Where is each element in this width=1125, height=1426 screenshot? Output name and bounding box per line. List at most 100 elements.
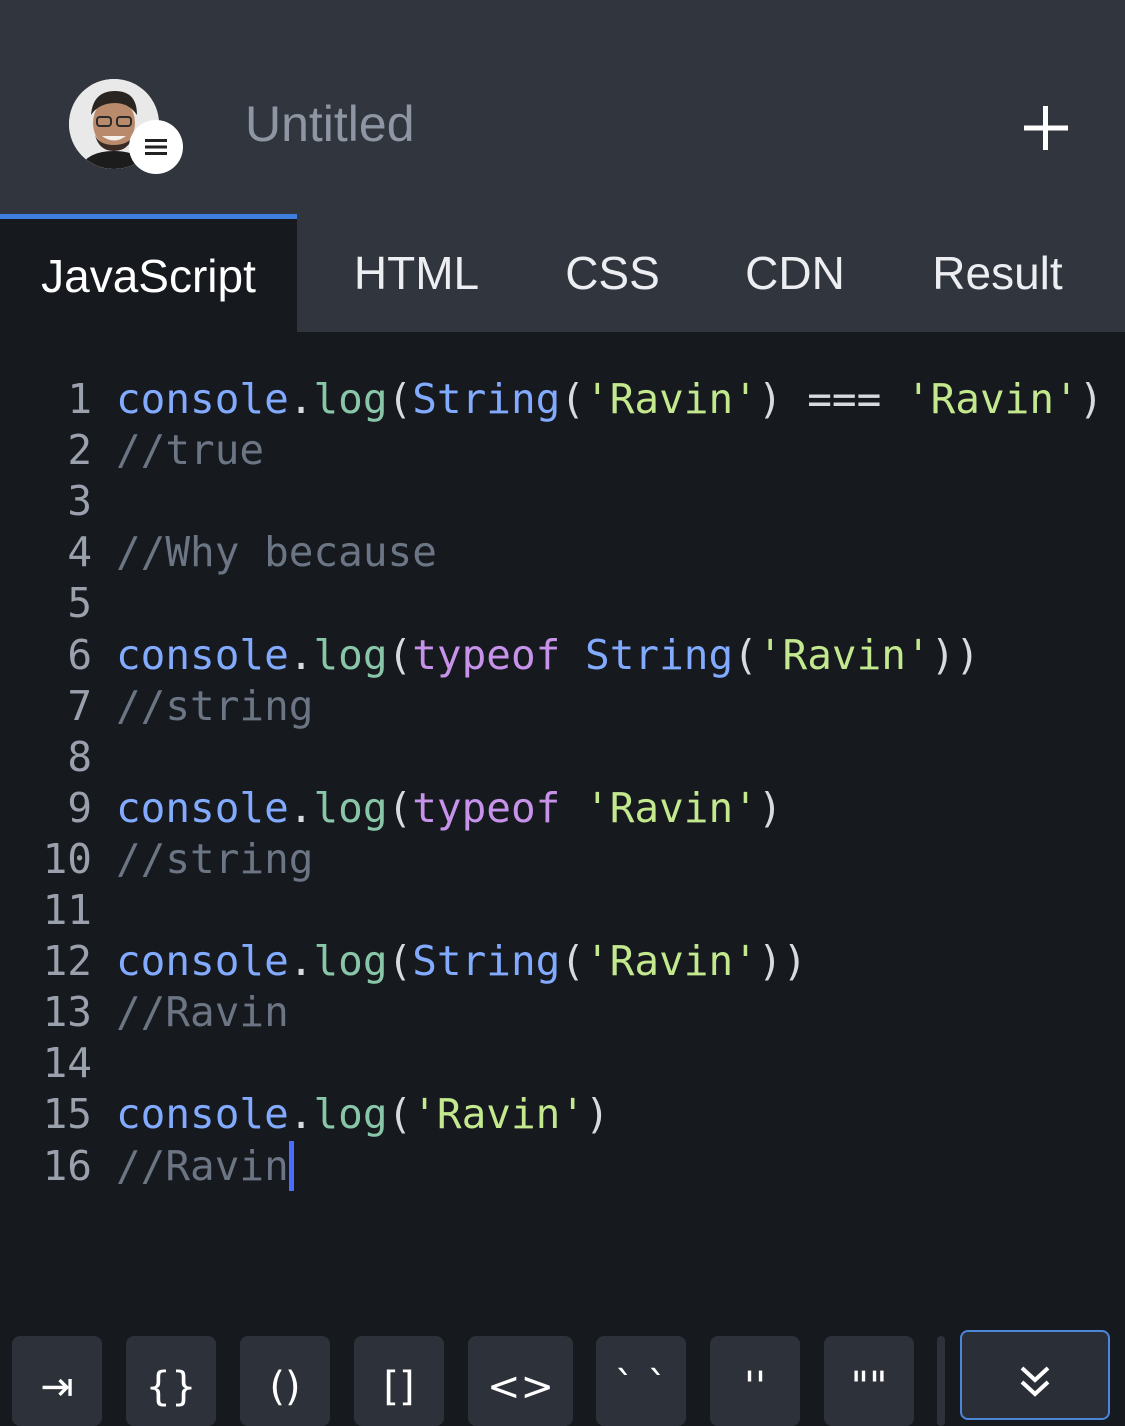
line-number: 1: [67, 375, 92, 423]
key-label: '': [744, 1364, 766, 1410]
code-line[interactable]: 15 console.log('Ravin'): [0, 1089, 1125, 1140]
code-token: .: [288, 937, 314, 986]
code-text: console.log(String('Ravin') === 'Ravin'): [116, 374, 1103, 425]
code-token: .: [288, 375, 314, 423]
tab-html[interactable]: HTML: [320, 214, 513, 332]
code-editor[interactable]: 1 console.log(String('Ravin') === 'Ravin'…: [0, 332, 1125, 1322]
collapse-keyboard-button[interactable]: [960, 1330, 1110, 1420]
code-text: console.log('Ravin'): [116, 1089, 610, 1140]
plus-icon: [1024, 106, 1068, 150]
tab-result[interactable]: Result: [905, 214, 1090, 332]
code-text: //string: [116, 681, 313, 732]
code-line[interactable]: 16 //Ravin: [0, 1140, 1125, 1192]
code-line[interactable]: 1 console.log(String('Ravin') === 'Ravin'…: [0, 374, 1125, 425]
key-label: ` `: [614, 1364, 668, 1410]
code-token: (: [387, 937, 413, 986]
code-line[interactable]: 3: [0, 476, 1125, 527]
line-number: 12: [42, 937, 92, 986]
code-line[interactable]: 5: [0, 578, 1125, 629]
line-number: 4: [67, 528, 92, 577]
angle-brackets-key[interactable]: <>: [468, 1336, 573, 1426]
code-token: (: [560, 937, 586, 986]
code-line[interactable]: 13 //Ravin: [0, 987, 1125, 1038]
backticks-key[interactable]: ` `: [596, 1336, 686, 1426]
code-line[interactable]: 2 //true: [0, 425, 1125, 476]
code-token: log: [313, 1090, 388, 1139]
line-number: 8: [67, 732, 92, 781]
code-token: log: [313, 783, 388, 832]
line-number: 11: [42, 886, 92, 934]
code-token: console: [116, 630, 289, 679]
code-token: //string: [116, 681, 314, 730]
tab-cdn[interactable]: CDN: [715, 214, 875, 332]
code-token: ): [757, 783, 783, 832]
code-token: String: [412, 937, 561, 986]
brackets-key[interactable]: []: [354, 1336, 444, 1426]
line-number: 13: [42, 988, 92, 1037]
code-token: //Ravin: [116, 1141, 289, 1190]
tab-label: CSS: [565, 247, 660, 299]
code-token: .: [288, 1090, 314, 1139]
code-token: log: [313, 937, 388, 986]
tab-label: HTML: [353, 247, 480, 299]
tab-css[interactable]: CSS: [540, 214, 685, 332]
tab-label: JavaScript: [41, 249, 256, 302]
double-quotes-key[interactable]: "": [824, 1336, 914, 1426]
code-token: console: [116, 375, 289, 423]
key-label: "": [850, 1364, 888, 1410]
add-button[interactable]: [1018, 100, 1074, 156]
code-token: 'Ravin': [585, 375, 758, 423]
line-number: 9: [67, 783, 92, 832]
code-token: ): [585, 1090, 610, 1139]
key-label: ⇥: [40, 1364, 74, 1410]
chevron-double-down-icon: [1020, 1366, 1050, 1397]
code-token: (: [387, 783, 413, 832]
code-token: )): [930, 630, 980, 679]
code-text: console.log(typeof String('Ravin')): [116, 630, 980, 681]
code-line[interactable]: 7 //string: [0, 681, 1125, 732]
code-token: (: [387, 375, 413, 423]
braces-key[interactable]: {}: [126, 1336, 216, 1426]
code-token: (: [387, 1090, 413, 1139]
menu-lines-icon: [145, 139, 167, 155]
tab-key[interactable]: ⇥: [12, 1336, 102, 1426]
single-quotes-key[interactable]: '': [710, 1336, 800, 1426]
code-token: //string: [116, 834, 314, 883]
code-line[interactable]: 8: [0, 732, 1125, 783]
code-token: console: [116, 937, 289, 986]
code-token: 'Ravin': [585, 937, 758, 986]
line-number: 15: [42, 1090, 92, 1139]
code-token: 'Ravin': [412, 1090, 586, 1139]
key-label: []: [383, 1364, 415, 1410]
line-number: 14: [42, 1039, 92, 1088]
app-header: Untitled: [0, 0, 1125, 214]
code-text: console.log(String('Ravin')): [116, 936, 807, 987]
code-text: //Why because: [116, 527, 437, 578]
parens-key[interactable]: (): [240, 1336, 330, 1426]
tab-bar: JavaScript HTML CSS CDN Result: [0, 214, 1125, 332]
line-number: 6: [67, 630, 92, 679]
code-line[interactable]: 14: [0, 1038, 1125, 1089]
tab-label: Result: [932, 247, 1063, 299]
key-label: {}: [145, 1364, 197, 1410]
code-line[interactable]: 6 console.log(typeof String('Ravin')): [0, 630, 1125, 681]
code-line[interactable]: 11: [0, 885, 1125, 936]
code-token: .: [288, 630, 314, 679]
code-line[interactable]: 4 //Why because: [0, 527, 1125, 578]
code-line[interactable]: 10 //string: [0, 834, 1125, 885]
code-token: //Ravin: [116, 988, 289, 1037]
code-token: //Why because: [116, 528, 437, 577]
code-text: console.log(typeof 'Ravin'): [116, 783, 783, 834]
code-token: typeof: [412, 783, 586, 832]
tab-javascript[interactable]: JavaScript: [0, 214, 297, 332]
line-number: 3: [67, 477, 92, 526]
key-separator: [937, 1336, 945, 1426]
key-label: <>: [486, 1364, 555, 1410]
code-text: //Ravin: [116, 1140, 294, 1192]
menu-button[interactable]: [129, 120, 183, 174]
code-line[interactable]: 9 console.log(typeof 'Ravin'): [0, 783, 1125, 834]
code-token: ): [1078, 375, 1104, 423]
code-token: String: [585, 630, 734, 679]
code-line[interactable]: 12 console.log(String('Ravin')): [0, 936, 1125, 987]
project-title[interactable]: Untitled: [245, 94, 415, 154]
